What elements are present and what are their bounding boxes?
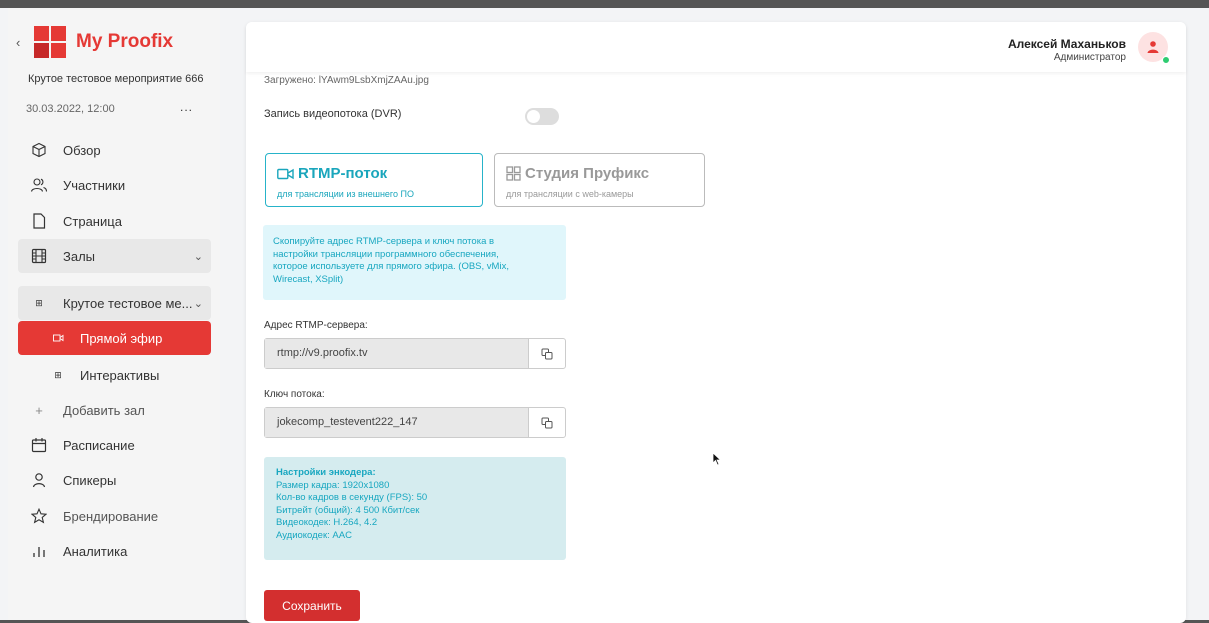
grid-icon	[506, 166, 521, 181]
encoder-line: Битрейт (общий): 4 500 Кбит/сек	[276, 504, 420, 516]
top-frame-bar	[0, 0, 1209, 8]
user-name: Алексей Маханьков	[1007, 37, 1126, 51]
event-menu-button[interactable]: ...	[180, 100, 193, 114]
sidebar-item-label: Залы	[63, 248, 96, 264]
hint-line: которое используете для прямого эфира. (…	[273, 261, 509, 272]
sidebar-item-label: Прямой эфир	[80, 330, 163, 346]
rtmp-card-subtitle: для трансляции из внешнего ПО	[277, 189, 414, 199]
video-icon	[48, 328, 68, 348]
sidebar-item-schedule[interactable]: Расписание	[18, 428, 211, 462]
rtmp-server-label: Адрес RTMP-сервера:	[264, 320, 368, 331]
copy-icon[interactable]	[529, 339, 565, 368]
plus-icon: +	[35, 402, 43, 418]
film-icon	[29, 246, 49, 266]
dvr-toggle[interactable]	[525, 108, 559, 125]
sidebar-item-label: Обзор	[63, 142, 101, 158]
encoder-settings-box: Настройки энкодера: Размер кадра: 1920x1…	[264, 457, 566, 560]
save-button[interactable]: Сохранить	[264, 590, 360, 621]
sidebar-item-analytics[interactable]: Аналитика	[18, 534, 211, 568]
brand-name[interactable]: My Proofix	[76, 31, 173, 53]
stream-key-label: Ключ потока:	[264, 389, 325, 400]
sidebar-item-label: Брендирование	[63, 508, 159, 524]
sidebar-item-label: Участники	[63, 177, 126, 193]
encoder-line: Размер кадра: 1920x1080	[276, 479, 390, 491]
stream-key-field: jokecomp_testevent222_147	[264, 407, 566, 438]
sidebar-item-branding[interactable]: Брендирование	[18, 499, 211, 533]
studio-card-title: Студия Пруфикс	[525, 165, 650, 182]
encoder-line: Кол-во кадров в секунду (FPS): 50	[276, 492, 428, 503]
studio-card-subtitle: для трансляции с web-камеры	[506, 189, 634, 199]
grid-icon: ⊞	[35, 297, 43, 308]
dvr-label: Запись видеопотока (DVR)	[264, 108, 402, 120]
sidebar-item-overview[interactable]: Обзор	[18, 133, 211, 167]
encoder-line: Видеокодек: H.264, 4.2	[276, 517, 378, 528]
rtmp-stream-card[interactable]: RTMP-поток для трансляции из внешнего ПО	[265, 153, 483, 207]
toggle-knob	[527, 110, 540, 123]
proofix-logo-icon	[34, 26, 66, 58]
main-panel: Алексей Маханьков Администратор Загружен…	[246, 22, 1186, 623]
rtmp-card-title: RTMP-поток	[298, 165, 388, 182]
rtmp-hint-box: Скопируйте адрес RTMP-сервера и ключ пот…	[263, 225, 566, 300]
bar-chart-icon	[29, 541, 49, 561]
sidebar-item-participants[interactable]: Участники	[18, 168, 211, 202]
brand: ‹ My Proofix	[16, 26, 173, 58]
sidebar-item-label: Аналитика	[63, 543, 128, 559]
hint-line: Скопируйте адрес RTMP-сервера и ключ пот…	[273, 236, 495, 247]
sidebar-item-hall-cool-test[interactable]: ⊞ Крутое тестовое ме... ⌄	[18, 286, 211, 320]
sidebar-item-interactives[interactable]: ⊞ Интерактивы	[18, 358, 211, 392]
sidebar-item-halls[interactable]: Залы ⌄	[18, 239, 211, 273]
mouse-cursor-icon	[712, 452, 722, 466]
star-icon	[29, 506, 49, 526]
hint-line: Wirecast, XSplit)	[273, 273, 344, 285]
sidebar-item-live[interactable]: Прямой эфир	[18, 321, 211, 355]
calendar-icon	[29, 435, 49, 455]
chevron-left-icon[interactable]: ‹	[16, 35, 30, 50]
sidebar-item-label: Добавить зал	[63, 402, 145, 418]
sidebar-item-page[interactable]: Страница	[18, 204, 211, 238]
chevron-down-icon: ⌄	[193, 297, 203, 310]
sidebar-item-add-hall[interactable]: + Добавить зал	[18, 393, 211, 427]
cube-icon	[29, 140, 49, 160]
file-icon	[29, 211, 49, 231]
grid-icon: ⊞	[54, 369, 62, 380]
sidebar-item-label: Крутое тестовое ме...	[63, 295, 193, 311]
user-icon	[29, 470, 49, 490]
copy-icon[interactable]	[529, 408, 565, 437]
rtmp-server-field: rtmp://v9.proofix.tv	[264, 338, 566, 369]
uploaded-file-text: Загружено: lYAwm9LsbXmjZAAu.jpg	[264, 75, 429, 86]
encoder-title: Настройки энкодера:	[276, 467, 376, 478]
users-icon	[29, 175, 49, 195]
encoder-line: Аудиокодек: AAC	[276, 529, 352, 541]
sidebar: ‹ My Proofix Крутое тестовое мероприятие…	[8, 8, 220, 620]
sidebar-item-label: Страница	[63, 213, 122, 229]
stream-key-input[interactable]: jokecomp_testevent222_147	[265, 408, 529, 437]
studio-card[interactable]: Студия Пруфикс для трансляции с web-каме…	[494, 153, 705, 207]
video-camera-icon	[277, 168, 294, 180]
sidebar-item-label: Спикеры	[63, 472, 117, 488]
hint-line: настройки трансляции программного обеспе…	[273, 248, 499, 260]
top-bar: Алексей Маханьков Администратор	[246, 22, 1186, 72]
sidebar-item-speakers[interactable]: Спикеры	[18, 463, 211, 497]
avatar[interactable]	[1138, 32, 1170, 64]
sidebar-item-label: Интерактивы	[80, 367, 160, 383]
event-date: 30.03.2022, 12:00	[26, 103, 115, 115]
user-role: Администратор	[1053, 52, 1126, 63]
online-status-dot	[1162, 56, 1170, 64]
chevron-down-icon: ⌄	[193, 250, 203, 263]
user-icon	[1147, 41, 1159, 53]
event-title: Крутое тестовое мероприятие 666	[28, 73, 204, 85]
sidebar-item-label: Расписание	[63, 437, 135, 453]
rtmp-server-input[interactable]: rtmp://v9.proofix.tv	[265, 339, 529, 368]
